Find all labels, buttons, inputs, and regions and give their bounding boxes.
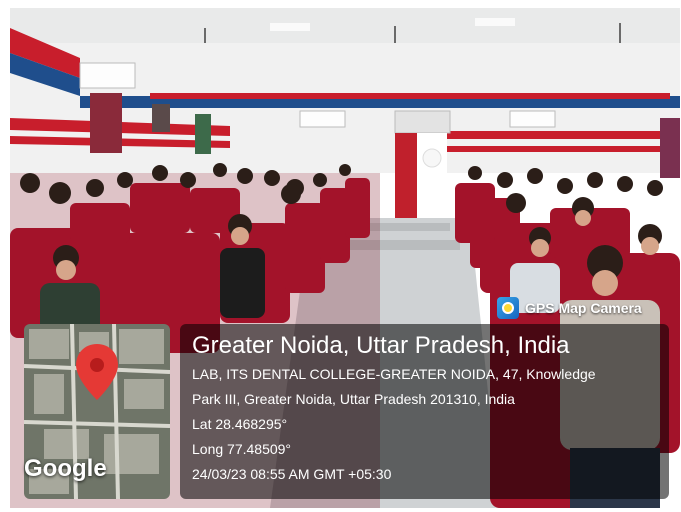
google-logo: Google xyxy=(24,455,107,482)
longitude: Long 77.48509° xyxy=(192,441,292,457)
timestamp: 24/03/23 08:55 AM GMT +05:30 xyxy=(192,466,392,482)
gps-map-camera-badge: GPS Map Camera xyxy=(497,296,642,320)
latitude: Lat 28.468295° xyxy=(192,416,288,432)
address-line-1: LAB, ITS DENTAL COLLEGE-GREATER NOIDA, 4… xyxy=(192,366,596,382)
gps-badge-label: GPS Map Camera xyxy=(525,300,642,316)
gps-camera-icon xyxy=(497,297,519,319)
location-title: Greater Noida, Uttar Pradesh, India xyxy=(192,332,570,359)
address-line-2: Park III, Greater Noida, Uttar Pradesh 2… xyxy=(192,391,515,407)
photo-frame: GPS Map Camera Google Greater Noida, Utt… xyxy=(0,0,681,512)
